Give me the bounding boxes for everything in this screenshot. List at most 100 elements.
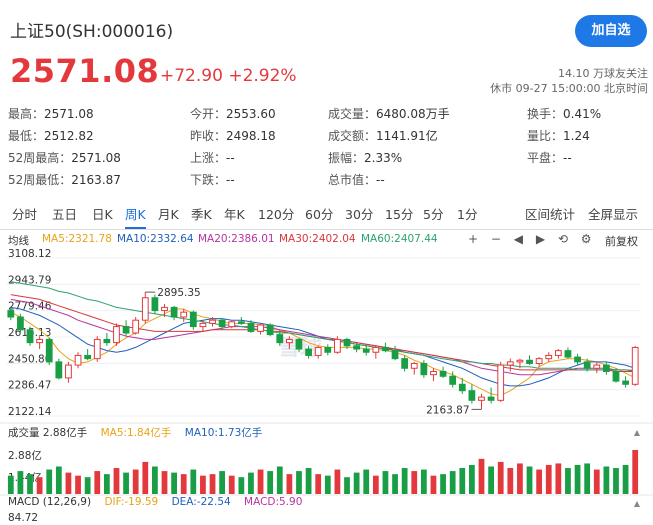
change-percent: +2.92% [228,66,297,86]
collapse-icon[interactable]: ▲ [634,428,641,437]
quote-value: 2163.87 [71,173,121,187]
quote-label: 总市值： [328,173,377,187]
volume-bar [267,471,274,494]
candle-body [545,354,553,360]
macd-value: MACD:5.90 [244,496,303,508]
tab-period[interactable]: 年K [224,206,245,224]
tab-period[interactable]: 五日 [52,206,77,224]
ma-legend-item: MA30:2402.04 [279,233,356,245]
candle-body [17,316,24,331]
tab-period[interactable]: 120分 [258,206,294,224]
volume-bar [65,472,72,494]
change-value: +72.90 [160,66,223,86]
annotation-label: 2163.87 [426,404,469,416]
volume-bar [55,466,62,494]
volume-bar [94,471,101,494]
volume-bar [257,469,264,494]
right-arrow-icon[interactable]: ▶ [536,232,545,246]
volume-bar [392,474,398,494]
volume-bar [420,469,427,494]
quote-label: 最高： [8,107,45,121]
tab-period[interactable]: 1分 [457,206,477,224]
volume-bar [469,464,475,494]
tab-period[interactable]: 15分 [385,206,413,224]
volume-bar [276,466,283,494]
volume-bar [132,469,139,494]
plus-icon[interactable]: + [468,232,478,246]
kline-chart[interactable]: 雪球3108.122943.792779.462615.132450.80228… [0,245,653,525]
volume-bar [372,475,379,494]
volume-bar [622,464,629,494]
y-tick-label: 2122.14 [8,406,52,418]
quote-value: 2512.82 [44,129,94,143]
candle-body [430,370,437,376]
volume-bar [478,458,485,494]
volume-bar [27,474,33,494]
volume-header: 成交量 2.88亿手 MA5:1.84亿手 MA10:1.73亿手 [8,425,262,440]
candle-body [353,345,361,350]
left-arrow-icon[interactable]: ◀ [514,232,523,246]
ma-legend-item: MA20:2386.01 [198,233,275,245]
volume-bar [344,477,350,494]
candle-body [151,297,159,312]
tab-period[interactable]: 周K [125,206,146,229]
tab-period[interactable]: 5分 [423,206,443,224]
candle-body [574,356,581,363]
tab-period[interactable]: 30分 [345,206,373,224]
candle-body [189,311,197,328]
volume-bar [555,463,562,494]
tab-period[interactable]: 60分 [305,206,333,224]
tab-period[interactable]: 分时 [12,206,37,224]
add-watchlist-button[interactable]: 加自选 [575,15,647,47]
quote-label: 上涨： [190,151,227,165]
volume-bar [142,461,149,494]
candle-body [199,322,207,328]
quote-value: 1141.91亿 [376,129,438,143]
quote-cell: 下跌：-- [190,171,235,188]
volume-bar [593,469,600,494]
volume-bar [219,471,226,494]
volume-bar [46,469,53,494]
tab-action[interactable]: 全屏显示 [588,206,638,224]
candle-body [84,354,92,360]
ma-line [10,308,636,397]
candle-body [180,311,188,318]
volume-bar [123,472,129,494]
quote-cell: 最高：2571.08 [8,105,94,122]
candle-body [564,350,572,358]
tab-period[interactable]: 季K [191,206,212,224]
chart-toolbar: + − ◀ ▶ ⟲ ⚙ [468,232,600,246]
tab-period[interactable]: 日K [92,206,113,224]
volume-bar [574,464,581,494]
volume-bar [305,468,312,494]
y-tick-label: 2450.80 [8,353,51,365]
ma-legend-item: MA60:2407.44 [361,233,438,245]
candle-body [362,348,370,353]
candle-body [506,361,514,366]
volume-bar [603,466,610,494]
candle-body [468,390,476,401]
period-tabs: 分时 五日 日K 周K 月K 季K 年K 120分 60分 30分 15分 5分 1分 区间统计 全屏显示 [0,206,653,230]
minus-icon[interactable]: − [491,232,501,246]
candle-body [526,359,533,364]
candle-body [161,306,168,312]
settings-icon[interactable]: ⚙ [581,232,592,246]
candle-body [170,306,178,318]
volume-bar [545,464,552,494]
volume-bar [171,472,177,494]
volume-bar [113,468,120,494]
quote-cell: 最低：2512.82 [8,127,94,144]
quote-cell: 平盘：-- [527,149,572,166]
collapse-icon[interactable]: ▲ [634,499,641,508]
tab-period[interactable]: 月K [158,206,179,224]
volume-bar [7,475,14,494]
quote-cell: 总市值：-- [328,171,385,188]
reset-icon[interactable]: ⟲ [558,232,568,246]
tab-action[interactable]: 区间统计 [525,206,575,224]
candle-body [314,346,322,356]
volume-bar [103,474,110,494]
candle-body [55,361,63,379]
candle-body [237,321,245,324]
volume-bar [152,466,158,494]
volume-bar [363,469,370,494]
